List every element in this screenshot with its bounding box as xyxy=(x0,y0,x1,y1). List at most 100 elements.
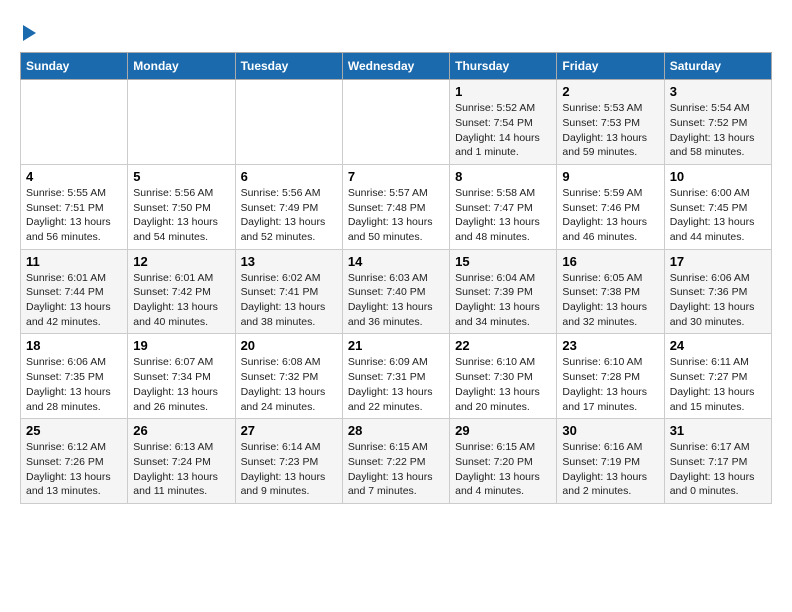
day-info-9: Sunrise: 5:59 AM Sunset: 7:46 PM Dayligh… xyxy=(562,186,658,245)
day-number-5: 5 xyxy=(133,169,229,184)
day-info-4: Sunrise: 5:55 AM Sunset: 7:51 PM Dayligh… xyxy=(26,186,122,245)
calendar-cell-day-13: 13 Sunrise: 6:02 AM Sunset: 7:41 PM Dayli… xyxy=(235,249,342,334)
weekday-header-row: SundayMondayTuesdayWednesdayThursdayFrid… xyxy=(21,53,772,80)
day-info-23: Sunrise: 6:10 AM Sunset: 7:28 PM Dayligh… xyxy=(562,355,658,414)
day-info-14: Sunrise: 6:03 AM Sunset: 7:40 PM Dayligh… xyxy=(348,271,444,330)
day-info-31: Sunrise: 6:17 AM Sunset: 7:17 PM Dayligh… xyxy=(670,440,766,499)
weekday-header-monday: Monday xyxy=(128,53,235,80)
day-info-25: Sunrise: 6:12 AM Sunset: 7:26 PM Dayligh… xyxy=(26,440,122,499)
logo-text xyxy=(20,20,36,44)
day-number-1: 1 xyxy=(455,84,551,99)
day-info-18: Sunrise: 6:06 AM Sunset: 7:35 PM Dayligh… xyxy=(26,355,122,414)
day-number-28: 28 xyxy=(348,423,444,438)
calendar-week-3: 11Sunrise: 6:01 AM Sunset: 7:44 PM Dayli… xyxy=(21,249,772,334)
day-info-11: Sunrise: 6:01 AM Sunset: 7:44 PM Dayligh… xyxy=(26,271,122,330)
day-number-8: 8 xyxy=(455,169,551,184)
calendar-cell-day-21: 21Sunrise: 6:09 AM Sunset: 7:31 PM Dayli… xyxy=(342,334,449,419)
calendar-week-2: 4 Sunrise: 5:55 AM Sunset: 7:51 PM Daylig… xyxy=(21,164,772,249)
calendar-cell-day-4: 4 Sunrise: 5:55 AM Sunset: 7:51 PM Daylig… xyxy=(21,164,128,249)
day-number-4: 4 xyxy=(26,169,122,184)
calendar-cell-day-1: 1 Sunrise: 5:52 AM Sunset: 7:54 PM Daylig… xyxy=(450,80,557,165)
day-info-13: Sunrise: 6:02 AM Sunset: 7:41 PM Dayligh… xyxy=(241,271,337,330)
day-number-20: 20 xyxy=(241,338,337,353)
day-info-8: Sunrise: 5:58 AM Sunset: 7:47 PM Dayligh… xyxy=(455,186,551,245)
day-number-19: 19 xyxy=(133,338,229,353)
page-header xyxy=(20,20,772,42)
calendar-week-5: 25 Sunrise: 6:12 AM Sunset: 7:26 PM Dayli… xyxy=(21,419,772,504)
day-info-28: Sunrise: 6:15 AM Sunset: 7:22 PM Dayligh… xyxy=(348,440,444,499)
day-info-10: Sunrise: 6:00 AM Sunset: 7:45 PM Dayligh… xyxy=(670,186,766,245)
day-number-15: 15 xyxy=(455,254,551,269)
day-info-6: Sunrise: 5:56 AM Sunset: 7:49 PM Dayligh… xyxy=(241,186,337,245)
calendar-cell-day-10: 10 Sunrise: 6:00 AM Sunset: 7:45 PM Dayli… xyxy=(664,164,771,249)
day-number-26: 26 xyxy=(133,423,229,438)
calendar-week-1: 1 Sunrise: 5:52 AM Sunset: 7:54 PM Daylig… xyxy=(21,80,772,165)
day-number-9: 9 xyxy=(562,169,658,184)
calendar-cell-empty xyxy=(342,80,449,165)
day-number-14: 14 xyxy=(348,254,444,269)
day-info-27: Sunrise: 6:14 AM Sunset: 7:23 PM Dayligh… xyxy=(241,440,337,499)
day-number-23: 23 xyxy=(562,338,658,353)
calendar-cell-day-3: 3 Sunrise: 5:54 AM Sunset: 7:52 PM Daylig… xyxy=(664,80,771,165)
weekday-header-friday: Friday xyxy=(557,53,664,80)
calendar-cell-day-7: 7 Sunrise: 5:57 AM Sunset: 7:48 PM Daylig… xyxy=(342,164,449,249)
calendar-cell-day-22: 22Sunrise: 6:10 AM Sunset: 7:30 PM Dayli… xyxy=(450,334,557,419)
day-number-25: 25 xyxy=(26,423,122,438)
day-info-29: Sunrise: 6:15 AM Sunset: 7:20 PM Dayligh… xyxy=(455,440,551,499)
calendar-cell-day-24: 24 Sunrise: 6:11 AM Sunset: 7:27 PM Dayli… xyxy=(664,334,771,419)
day-info-16: Sunrise: 6:05 AM Sunset: 7:38 PM Dayligh… xyxy=(562,271,658,330)
day-number-2: 2 xyxy=(562,84,658,99)
day-number-29: 29 xyxy=(455,423,551,438)
calendar-cell-day-5: 5Sunrise: 5:56 AM Sunset: 7:50 PM Daylig… xyxy=(128,164,235,249)
logo-arrow-icon xyxy=(23,25,36,41)
day-info-1: Sunrise: 5:52 AM Sunset: 7:54 PM Dayligh… xyxy=(455,101,551,160)
day-number-27: 27 xyxy=(241,423,337,438)
weekday-header-tuesday: Tuesday xyxy=(235,53,342,80)
day-info-21: Sunrise: 6:09 AM Sunset: 7:31 PM Dayligh… xyxy=(348,355,444,414)
calendar-cell-empty xyxy=(21,80,128,165)
day-number-31: 31 xyxy=(670,423,766,438)
day-number-3: 3 xyxy=(670,84,766,99)
day-info-2: Sunrise: 5:53 AM Sunset: 7:53 PM Dayligh… xyxy=(562,101,658,160)
calendar-cell-day-11: 11Sunrise: 6:01 AM Sunset: 7:44 PM Dayli… xyxy=(21,249,128,334)
calendar-cell-day-9: 9 Sunrise: 5:59 AM Sunset: 7:46 PM Daylig… xyxy=(557,164,664,249)
calendar-cell-day-14: 14 Sunrise: 6:03 AM Sunset: 7:40 PM Dayli… xyxy=(342,249,449,334)
day-number-18: 18 xyxy=(26,338,122,353)
calendar-cell-day-25: 25 Sunrise: 6:12 AM Sunset: 7:26 PM Dayli… xyxy=(21,419,128,504)
day-info-26: Sunrise: 6:13 AM Sunset: 7:24 PM Dayligh… xyxy=(133,440,229,499)
logo xyxy=(20,20,36,42)
day-info-17: Sunrise: 6:06 AM Sunset: 7:36 PM Dayligh… xyxy=(670,271,766,330)
weekday-header-sunday: Sunday xyxy=(21,53,128,80)
calendar-cell-day-23: 23 Sunrise: 6:10 AM Sunset: 7:28 PM Dayli… xyxy=(557,334,664,419)
calendar-cell-empty xyxy=(128,80,235,165)
weekday-header-saturday: Saturday xyxy=(664,53,771,80)
day-number-7: 7 xyxy=(348,169,444,184)
day-info-7: Sunrise: 5:57 AM Sunset: 7:48 PM Dayligh… xyxy=(348,186,444,245)
calendar-cell-day-29: 29 Sunrise: 6:15 AM Sunset: 7:20 PM Dayli… xyxy=(450,419,557,504)
calendar-cell-day-6: 6 Sunrise: 5:56 AM Sunset: 7:49 PM Daylig… xyxy=(235,164,342,249)
day-number-16: 16 xyxy=(562,254,658,269)
day-number-30: 30 xyxy=(562,423,658,438)
day-info-24: Sunrise: 6:11 AM Sunset: 7:27 PM Dayligh… xyxy=(670,355,766,414)
day-number-13: 13 xyxy=(241,254,337,269)
calendar-cell-day-20: 20Sunrise: 6:08 AM Sunset: 7:32 PM Dayli… xyxy=(235,334,342,419)
calendar-week-4: 18 Sunrise: 6:06 AM Sunset: 7:35 PM Dayli… xyxy=(21,334,772,419)
calendar-cell-empty xyxy=(235,80,342,165)
day-info-12: Sunrise: 6:01 AM Sunset: 7:42 PM Dayligh… xyxy=(133,271,229,330)
day-info-22: Sunrise: 6:10 AM Sunset: 7:30 PM Dayligh… xyxy=(455,355,551,414)
calendar-cell-day-18: 18 Sunrise: 6:06 AM Sunset: 7:35 PM Dayli… xyxy=(21,334,128,419)
calendar-cell-day-27: 27 Sunrise: 6:14 AM Sunset: 7:23 PM Dayli… xyxy=(235,419,342,504)
weekday-header-thursday: Thursday xyxy=(450,53,557,80)
calendar-cell-day-26: 26 Sunrise: 6:13 AM Sunset: 7:24 PM Dayli… xyxy=(128,419,235,504)
calendar-cell-day-19: 19 Sunrise: 6:07 AM Sunset: 7:34 PM Dayli… xyxy=(128,334,235,419)
weekday-header-wednesday: Wednesday xyxy=(342,53,449,80)
calendar-cell-day-30: 30Sunrise: 6:16 AM Sunset: 7:19 PM Dayli… xyxy=(557,419,664,504)
calendar-cell-day-12: 12 Sunrise: 6:01 AM Sunset: 7:42 PM Dayli… xyxy=(128,249,235,334)
day-info-15: Sunrise: 6:04 AM Sunset: 7:39 PM Dayligh… xyxy=(455,271,551,330)
day-number-10: 10 xyxy=(670,169,766,184)
day-number-12: 12 xyxy=(133,254,229,269)
day-info-3: Sunrise: 5:54 AM Sunset: 7:52 PM Dayligh… xyxy=(670,101,766,160)
day-info-19: Sunrise: 6:07 AM Sunset: 7:34 PM Dayligh… xyxy=(133,355,229,414)
day-number-6: 6 xyxy=(241,169,337,184)
day-number-24: 24 xyxy=(670,338,766,353)
